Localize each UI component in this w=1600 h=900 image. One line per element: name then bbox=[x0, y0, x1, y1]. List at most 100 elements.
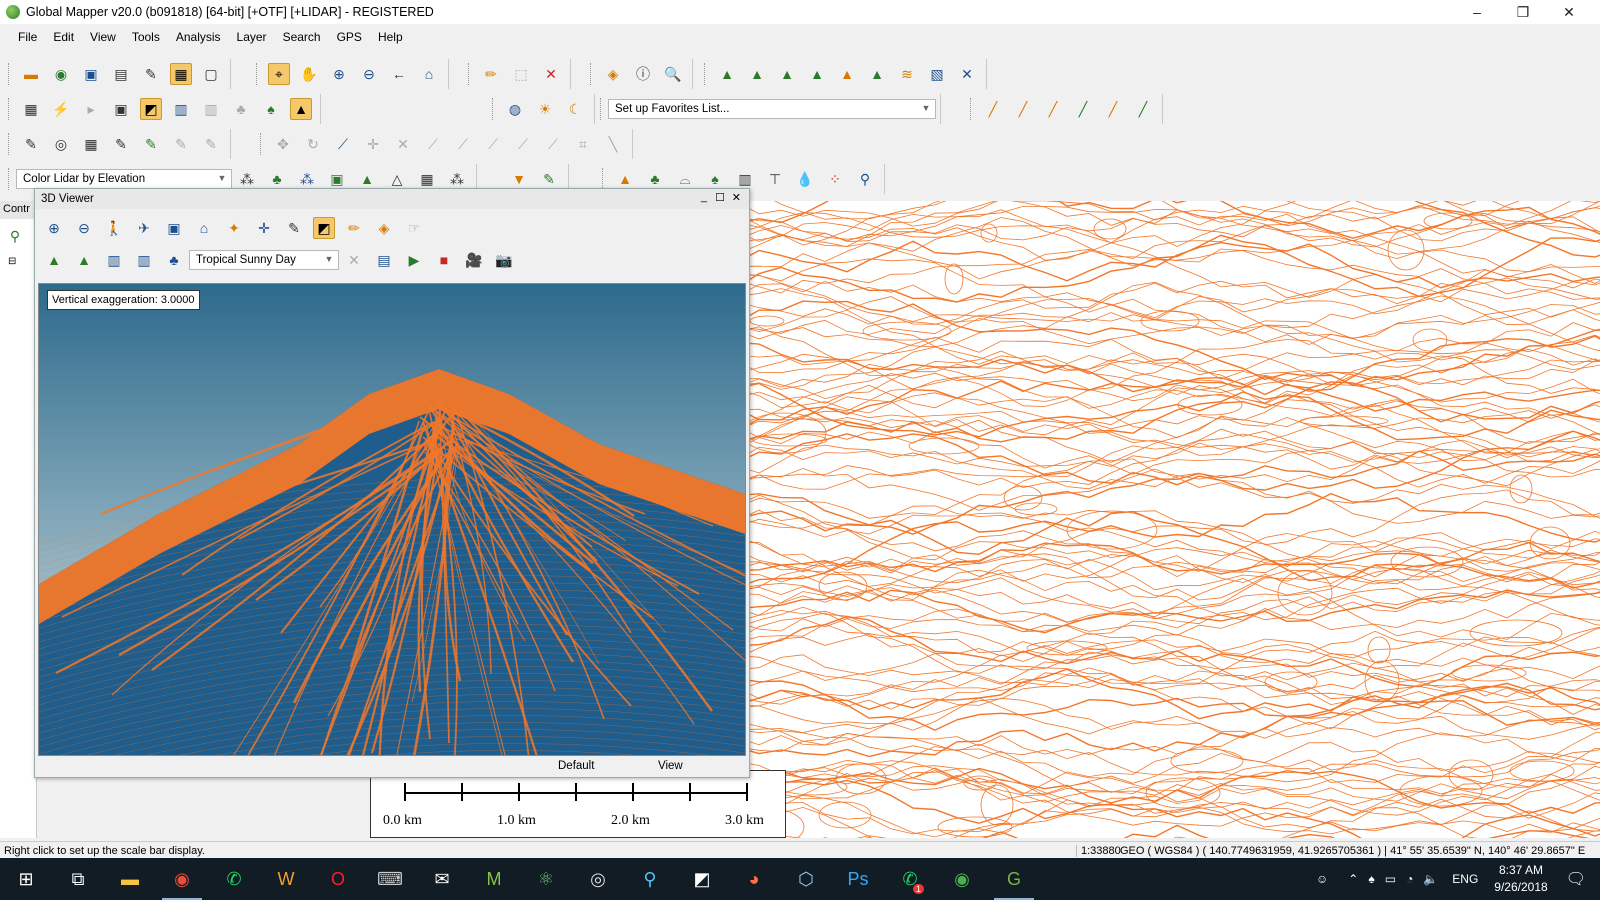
money-manager-icon[interactable]: M bbox=[468, 858, 520, 900]
restore-button[interactable]: ❐ bbox=[1500, 0, 1546, 24]
winamp-icon[interactable]: W bbox=[260, 858, 312, 900]
viewer-minimize-button[interactable]: _ bbox=[701, 191, 707, 203]
whatsapp-notify-icon[interactable]: ✆ 1 bbox=[884, 858, 936, 900]
crosshair-icon[interactable]: ✛ bbox=[253, 217, 275, 239]
obs-icon[interactable]: ◎ bbox=[572, 858, 624, 900]
mail-icon[interactable]: ✉ bbox=[416, 858, 468, 900]
cut-fill-icon[interactable]: ▲ bbox=[776, 63, 798, 85]
keyboard-icon[interactable]: ⌨ bbox=[364, 858, 416, 900]
zoom-out-icon[interactable]: ⊖ bbox=[358, 63, 380, 85]
terrain-path-icon[interactable]: ▲ bbox=[716, 63, 738, 85]
viewer-close-button[interactable]: ✕ bbox=[732, 191, 741, 204]
line-tool-3-icon[interactable]: ╱ bbox=[1042, 98, 1064, 120]
photoshop-icon[interactable]: Ps bbox=[832, 858, 884, 900]
viewer-terrain-2-icon[interactable]: ▲ bbox=[73, 249, 95, 271]
menu-view[interactable]: View bbox=[82, 30, 124, 44]
clock[interactable]: 8:37 AM 9/26/2018 bbox=[1494, 862, 1547, 896]
line-tool-6-icon[interactable]: ╱ bbox=[1132, 98, 1154, 120]
viewer-config-icon[interactable]: ✎ bbox=[283, 217, 305, 239]
pencil-icon[interactable]: ✏ bbox=[480, 63, 502, 85]
info-icon[interactable]: ⓘ bbox=[632, 63, 654, 85]
tree-icon[interactable]: ♣ bbox=[230, 98, 252, 120]
map-canvas[interactable] bbox=[737, 201, 1600, 838]
extract-tree-icon[interactable]: ♣ bbox=[644, 168, 666, 190]
viewer-pencil-icon[interactable]: ✏ bbox=[343, 217, 365, 239]
view-shed-icon[interactable]: ▲ bbox=[746, 63, 768, 85]
tree-expand-icon[interactable]: ⊟ bbox=[8, 256, 16, 267]
online-globe-icon[interactable]: ◍ bbox=[504, 98, 526, 120]
open-folder-icon[interactable]: ▬ bbox=[20, 63, 42, 85]
close-button[interactable]: ✕ bbox=[1546, 0, 1592, 24]
viewer-cut-icon[interactable]: ✕ bbox=[343, 249, 365, 271]
path-3-icon[interactable]: ⟋ bbox=[482, 133, 504, 155]
lidar-active-icon[interactable]: ▲ bbox=[290, 98, 312, 120]
terrain-slope-icon[interactable]: ▲ bbox=[866, 63, 888, 85]
lidar-tool-4-icon[interactable]: ▣ bbox=[326, 168, 348, 190]
globe-icon[interactable]: ◉ bbox=[50, 63, 72, 85]
line-tool-1-icon[interactable]: ╱ bbox=[982, 98, 1004, 120]
shader-icon[interactable]: ◩ bbox=[140, 98, 162, 120]
vertex-icon[interactable]: ⟋ bbox=[332, 133, 354, 155]
tools-cross-icon[interactable]: ✕ bbox=[956, 63, 978, 85]
contour-icon[interactable]: ≋ bbox=[896, 63, 918, 85]
viewer-zoom-in-icon[interactable]: ⊕ bbox=[43, 217, 65, 239]
lidar-tool-5-icon[interactable]: ▲ bbox=[356, 168, 378, 190]
volume-icon[interactable]: ▲ bbox=[806, 63, 828, 85]
disabled-edit-icon[interactable]: ✎ bbox=[200, 133, 222, 155]
path-5-icon[interactable]: ⟋ bbox=[542, 133, 564, 155]
menu-tools[interactable]: Tools bbox=[124, 30, 168, 44]
menu-gps[interactable]: GPS bbox=[329, 30, 370, 44]
rotate-icon[interactable]: ↻ bbox=[302, 133, 324, 155]
control-center-tab[interactable]: Contr bbox=[0, 201, 36, 219]
lidar-tool-8-icon[interactable]: ⁂ bbox=[446, 168, 468, 190]
water-drop-icon[interactable]: 💧 bbox=[794, 168, 816, 190]
task-view-icon[interactable]: ⧉ bbox=[52, 858, 104, 900]
sun-icon[interactable]: ☀ bbox=[534, 98, 556, 120]
save-icon[interactable]: ▣ bbox=[80, 63, 102, 85]
fly-icon[interactable]: ✈ bbox=[133, 217, 155, 239]
opera-icon[interactable]: O bbox=[312, 858, 364, 900]
people-icon[interactable]: ☺ bbox=[1316, 872, 1328, 886]
path-1-icon[interactable]: ⟋ bbox=[422, 133, 444, 155]
wifi-icon[interactable]: ◔ bbox=[1406, 872, 1413, 886]
menu-analysis[interactable]: Analysis bbox=[168, 30, 229, 44]
viewer-terrain-icon[interactable]: ▲ bbox=[43, 249, 65, 271]
pan-hand-icon[interactable]: ✋ bbox=[298, 63, 320, 85]
ruler-icon[interactable]: ╲ bbox=[602, 133, 624, 155]
viewer-zoom-out-icon[interactable]: ⊖ bbox=[73, 217, 95, 239]
menu-help[interactable]: Help bbox=[370, 30, 411, 44]
menu-edit[interactable]: Edit bbox=[45, 30, 82, 44]
split-vertex-icon[interactable]: ✕ bbox=[392, 133, 414, 155]
action-center-icon[interactable]: 🗨 bbox=[1566, 869, 1586, 889]
overlay-control-icon[interactable]: ▦ bbox=[170, 63, 192, 85]
watershed-icon[interactable]: ▲ bbox=[836, 63, 858, 85]
lidar-tool-2-icon[interactable]: ♣ bbox=[266, 168, 288, 190]
split-icon[interactable]: ▸ bbox=[80, 98, 102, 120]
battery-icon[interactable]: ▭ bbox=[1385, 872, 1396, 886]
volume-icon[interactable]: 🔈 bbox=[1423, 872, 1438, 886]
select-box-icon[interactable]: ⬚ bbox=[510, 63, 532, 85]
filter-icon[interactable]: ▼ bbox=[508, 168, 530, 190]
viewer-water-2-icon[interactable]: ▥ bbox=[133, 249, 155, 271]
viewer-water-icon[interactable]: ▥ bbox=[103, 249, 125, 271]
minimize-button[interactable]: ‒ bbox=[1454, 0, 1500, 24]
notes-icon[interactable]: ◩ bbox=[676, 858, 728, 900]
extract-building-icon[interactable]: ▥ bbox=[734, 168, 756, 190]
menu-layer[interactable]: Layer bbox=[229, 30, 275, 44]
brush-icon[interactable]: ✎ bbox=[110, 133, 132, 155]
grid-edit-icon[interactable]: ▦ bbox=[80, 133, 102, 155]
line-tool-4-icon[interactable]: ╱ bbox=[1072, 98, 1094, 120]
config-wrench-icon[interactable]: ✎ bbox=[140, 63, 162, 85]
sky-preset-combo[interactable]: Tropical Sunny Day ▼ bbox=[189, 250, 339, 270]
path-4-icon[interactable]: ⟋ bbox=[512, 133, 534, 155]
lidar-tool-7-icon[interactable]: ▦ bbox=[416, 168, 438, 190]
lidar-tool-6-icon[interactable]: △ bbox=[386, 168, 408, 190]
noise-icon[interactable]: ⁘ bbox=[824, 168, 846, 190]
feature-info-icon[interactable]: 🔍 bbox=[662, 63, 684, 85]
whatsapp-icon[interactable]: ✆ bbox=[208, 858, 260, 900]
lidar-color-combo[interactable]: Color Lidar by Elevation ▼ bbox=[16, 169, 232, 189]
walk-icon[interactable]: 🚶 bbox=[103, 217, 125, 239]
windows-start-icon[interactable]: ⊞ bbox=[0, 858, 52, 900]
video-camera-icon[interactable]: 🎥 bbox=[463, 249, 485, 271]
viewer-tree-icon[interactable]: ♣ bbox=[163, 249, 185, 271]
